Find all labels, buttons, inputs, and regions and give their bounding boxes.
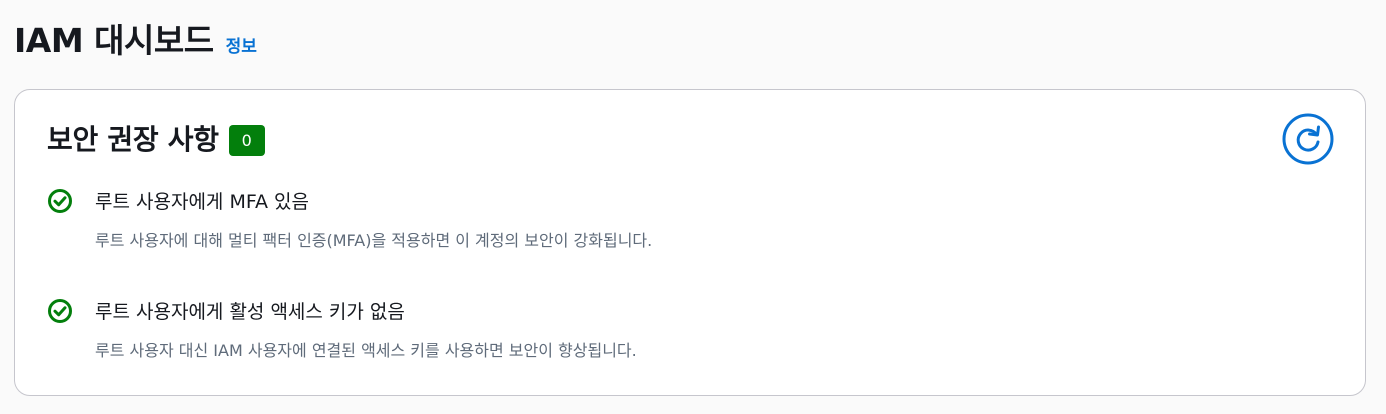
refresh-icon [1282, 113, 1334, 165]
recommendation-description: 루트 사용자에 대해 멀티 팩터 인증(MFA)을 적용하면 이 계정의 보안이… [95, 231, 653, 250]
page-title: IAM 대시보드 [14, 21, 214, 60]
check-circle-icon [48, 188, 72, 213]
recommendation-title: 루트 사용자에게 MFA 있음 [95, 191, 310, 213]
recommendation-item: 루트 사용자에게 활성 액세스 키가 없음 루트 사용자 대신 IAM 사용자에… [47, 297, 637, 361]
info-link[interactable]: 정보 [226, 32, 257, 57]
count-badge: 0 [228, 124, 265, 156]
page-header: IAM 대시보드 정보 [14, 14, 257, 62]
recommendation-title: 루트 사용자에게 활성 액세스 키가 없음 [95, 301, 405, 323]
check-circle-icon [48, 298, 72, 323]
refresh-button[interactable] [1281, 112, 1335, 166]
card-header: 보안 권장 사항 0 [47, 118, 265, 158]
recommendation-description: 루트 사용자 대신 IAM 사용자에 연결된 액세스 키를 사용하면 보안이 향… [95, 341, 637, 360]
security-recommendations-card: 보안 권장 사항 0 루트 사용자에게 MFA 있음 루트 사용자에 대해 멀티… [14, 89, 1366, 396]
card-title: 보안 권장 사항 [47, 123, 219, 156]
recommendation-item: 루트 사용자에게 MFA 있음 루트 사용자에 대해 멀티 팩터 인증(MFA)… [47, 187, 652, 251]
